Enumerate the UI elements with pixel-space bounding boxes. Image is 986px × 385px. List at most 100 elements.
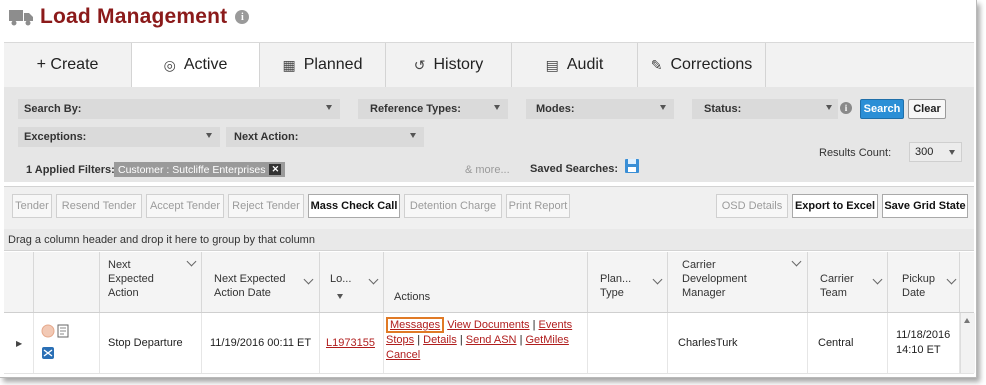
header-icons [34, 252, 100, 312]
chevron-down-icon [494, 105, 500, 110]
detention-charge-button[interactable]: Detention Charge [404, 194, 502, 218]
truck-icon [9, 10, 33, 26]
page-header: Load Management i [8, 4, 250, 30]
header-next-expected-action-date[interactable]: Next Expected Action Date [202, 252, 320, 312]
more-link[interactable]: & more... [465, 164, 510, 176]
search-by-select[interactable]: Search By: [18, 99, 340, 119]
load-status-icon [41, 324, 55, 338]
cell-pickup-date: 11/18/2016 14:10 ET [888, 313, 960, 373]
sort-descending-icon [337, 294, 343, 299]
header-plan-type[interactable]: Plan... Type [588, 252, 668, 312]
chevron-down-icon [660, 105, 666, 110]
header-label: Team [820, 287, 847, 299]
page-title: Load Management [40, 5, 228, 28]
results-count-value: 300 [915, 146, 934, 158]
events-link[interactable]: Events [539, 319, 573, 331]
header-next-expected-action[interactable]: Next Expected Action [100, 252, 202, 312]
chevron-down-icon [206, 133, 212, 138]
tab-history[interactable]: ↺ History [386, 43, 512, 87]
scroll-up-icon[interactable] [964, 318, 970, 323]
clipboard-icon: ▤ [545, 56, 559, 73]
load-number-link[interactable]: L1973155 [326, 337, 375, 349]
cell-plan-type [588, 313, 668, 373]
exceptions-label: Exceptions: [24, 131, 87, 143]
next-action-label: Next Action: [234, 131, 299, 143]
print-report-button[interactable]: Print Report [506, 194, 570, 218]
exceptions-select[interactable]: Exceptions: [18, 127, 220, 147]
header-label: Date [902, 287, 926, 299]
tab-audit[interactable]: ▤ Audit [512, 43, 638, 87]
chevron-down-icon [826, 105, 832, 110]
status-select[interactable]: Status: [692, 99, 838, 119]
tab-label: Active [183, 56, 228, 73]
tab-label: History [433, 56, 484, 73]
pencil-icon: ✎ [650, 56, 663, 73]
chevron-down-icon [410, 133, 416, 138]
messages-link[interactable]: Messages [390, 319, 440, 331]
header-load[interactable]: Lo... [320, 252, 384, 312]
resend-tender-button[interactable]: Resend Tender [56, 194, 142, 218]
chevron-down-icon [326, 105, 332, 110]
separator: | [417, 334, 421, 346]
header-label: Actions [394, 291, 431, 303]
tab-label: Planned [303, 56, 363, 73]
tab-label: Corrections [670, 56, 753, 73]
reference-types-select[interactable]: Reference Types: [358, 99, 508, 119]
cell-carrier-development-manager: CharlesTurk [668, 313, 808, 373]
status-label: Status: [704, 103, 742, 115]
separator: | [459, 334, 463, 346]
view-documents-link[interactable]: View Documents [447, 319, 529, 331]
next-action-select[interactable]: Next Action: [226, 127, 424, 147]
search-button[interactable]: Search [860, 99, 904, 119]
stops-link[interactable]: Stops [386, 334, 414, 346]
cancel-link[interactable]: Cancel [386, 349, 420, 361]
header-label: Development [682, 273, 747, 285]
applied-filters-label: 1 Applied Filters: [26, 164, 115, 176]
close-icon[interactable]: ✕ [269, 164, 282, 175]
tab-label: Audit [566, 56, 604, 73]
details-link[interactable]: Details [423, 334, 457, 346]
header-pickup-date[interactable]: Pickup Date [888, 252, 960, 312]
tab-corrections[interactable]: ✎ Corrections [638, 43, 766, 87]
cell-carrier-team: Central [808, 313, 888, 373]
header-label: Expected [108, 273, 154, 285]
tab-planned[interactable]: ▦ Planned [260, 43, 386, 87]
send-asn-link[interactable]: Send ASN [466, 334, 517, 346]
getmiles-link[interactable]: GetMiles [525, 334, 568, 346]
modes-select[interactable]: Modes: [526, 99, 674, 119]
circle-dot-icon: ◎ [163, 56, 176, 73]
accept-tender-button[interactable]: Accept Tender [146, 194, 224, 218]
cell-next-action: Stop Departure [100, 313, 202, 373]
reject-tender-button[interactable]: Reject Tender [228, 194, 304, 218]
search-by-label: Search By: [24, 103, 82, 115]
header-carrier-development-manager[interactable]: Carrier Development Manager [668, 252, 808, 312]
header-label: Type [600, 287, 624, 299]
chevron-down-icon [949, 150, 955, 155]
header-label: Next [108, 259, 131, 271]
row-icons-cell [34, 313, 100, 373]
results-count-select[interactable]: 300 [909, 142, 962, 162]
expand-row-cell[interactable]: ▶ [4, 313, 34, 373]
pickup-time: 14:10 ET [896, 344, 941, 356]
separator: | [519, 334, 523, 346]
group-by-drop-zone[interactable]: Drag a column header and drop it here to… [4, 229, 974, 251]
tab-create[interactable]: + Create [4, 43, 132, 87]
info-icon[interactable]: i [235, 10, 250, 24]
tab-label: + Create [36, 56, 99, 73]
tender-button[interactable]: Tender [12, 194, 52, 218]
header-label: Next Expected [214, 273, 286, 285]
tab-active[interactable]: ◎ Active [132, 43, 260, 87]
header-carrier-team[interactable]: Carrier Team [808, 252, 888, 312]
row-actions: Messages View Documents | Events Stops |… [386, 317, 584, 363]
info-icon[interactable]: i [840, 102, 852, 114]
osd-details-button[interactable]: OSD Details [716, 194, 788, 218]
chevron-right-icon[interactable]: ▶ [16, 339, 22, 348]
save-icon[interactable] [624, 158, 640, 174]
header-expand [4, 252, 34, 312]
clear-button[interactable]: Clear [908, 99, 946, 119]
export-to-excel-button[interactable]: Export to Excel [792, 194, 878, 218]
header-label: Action Date [214, 287, 271, 299]
save-grid-state-button[interactable]: Save Grid State [882, 194, 968, 218]
mass-check-call-button[interactable]: Mass Check Call [308, 194, 400, 218]
header-label: Carrier [682, 259, 716, 271]
